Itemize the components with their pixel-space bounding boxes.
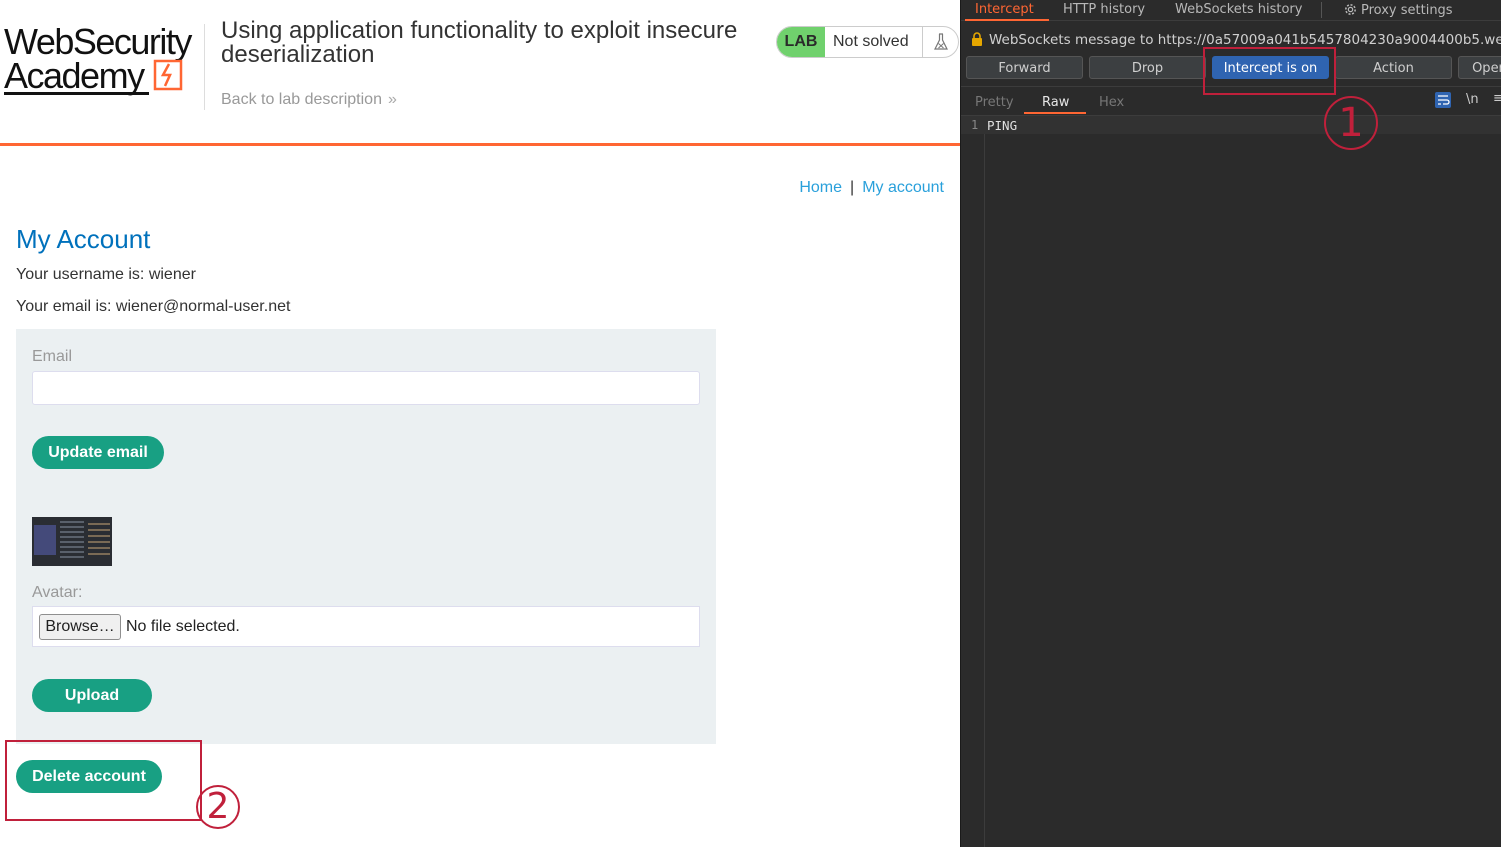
websocket-message-line: WebSockets message to https://0a57009a04… (971, 32, 1501, 48)
lab-status-badge: LAB Not solved (776, 26, 959, 58)
email-line: Your email is: wiener@normal-user.net (16, 298, 291, 315)
avatar-image (32, 517, 112, 566)
message-editor[interactable]: 1 PING (961, 116, 1501, 847)
page-title: My Account (16, 224, 151, 254)
tab-raw[interactable]: Raw (1042, 95, 1069, 110)
lab-header: WebSecurity Academy Using application fu… (0, 0, 960, 146)
raw-tab-underline (1024, 112, 1086, 114)
forward-button[interactable]: Forward (966, 56, 1083, 79)
email-field[interactable] (32, 371, 700, 405)
menu-icon[interactable]: ≡ (1493, 91, 1501, 106)
websocket-message-url: WebSockets message to https://0a57009a04… (989, 32, 1501, 48)
lightning-logo-icon (153, 59, 183, 91)
double-chevron-right-icon: » (387, 91, 397, 108)
top-nav: Home | My account (799, 179, 944, 197)
back-to-lab-description-link[interactable]: Back to lab description » (221, 91, 397, 109)
word-wrap-icon[interactable] (1435, 92, 1451, 108)
web-security-academy-logo[interactable]: WebSecurity Academy (4, 22, 204, 102)
flask-icon (922, 27, 958, 57)
header-divider (204, 24, 205, 110)
annotation-number-1: 1 (1324, 96, 1378, 150)
proxy-settings-label: Proxy settings (1361, 3, 1453, 18)
lab-label: LAB (777, 27, 825, 57)
proxy-tabs: Intercept HTTP history WebSockets histor… (961, 0, 1501, 21)
update-email-button[interactable]: Update email (32, 436, 164, 469)
tab-http-history[interactable]: HTTP history (1063, 2, 1145, 17)
nav-separator: | (850, 179, 855, 196)
avatar-label: Avatar: (32, 584, 83, 601)
lock-icon (972, 32, 982, 46)
browse-button[interactable]: Browse… (39, 614, 121, 640)
tab-hex[interactable]: Hex (1099, 95, 1124, 110)
gear-icon (1345, 4, 1356, 15)
logo-underline (4, 92, 149, 95)
avatar-file-input[interactable]: Browse… No file selected. (32, 606, 700, 647)
line-content[interactable]: PING (987, 118, 1017, 133)
open-browser-button[interactable]: Oper (1458, 56, 1501, 79)
home-link[interactable]: Home (799, 179, 842, 196)
lab-page: WebSecurity Academy Using application fu… (0, 0, 960, 847)
newline-icon[interactable]: \n (1466, 92, 1479, 107)
file-status-text: No file selected. (126, 618, 240, 635)
annotation-box-1 (1203, 47, 1336, 95)
annotation-number-2: 2 (196, 785, 240, 829)
account-form-panel: Email Update email Avatar: Browse… No fi… (16, 329, 716, 744)
lab-title: Using application functionality to explo… (221, 17, 738, 68)
lab-status-text: Not solved (833, 33, 909, 50)
active-tab-underline (965, 19, 1049, 21)
action-button[interactable]: Action (1335, 56, 1452, 79)
my-account-link[interactable]: My account (862, 179, 944, 196)
drop-button[interactable]: Drop (1089, 56, 1206, 79)
proxy-pane: Intercept HTTP history WebSockets histor… (960, 0, 1501, 847)
tab-proxy-settings[interactable]: Proxy settings (1343, 2, 1453, 18)
annotation-box-2 (5, 740, 202, 821)
logo-line2: Academy (4, 55, 145, 96)
editor-line: 1 PING (961, 116, 1501, 134)
line-number: 1 (971, 118, 979, 132)
tab-pretty[interactable]: Pretty (975, 95, 1014, 110)
username-line: Your username is: wiener (16, 266, 196, 283)
tab-intercept[interactable]: Intercept (975, 2, 1034, 17)
email-label: Email (32, 348, 73, 365)
tab-separator (1321, 2, 1322, 18)
line-gutter (961, 116, 985, 847)
back-link-label: Back to lab description (221, 91, 382, 108)
tab-websockets-history[interactable]: WebSockets history (1175, 2, 1302, 17)
upload-button[interactable]: Upload (32, 679, 152, 712)
